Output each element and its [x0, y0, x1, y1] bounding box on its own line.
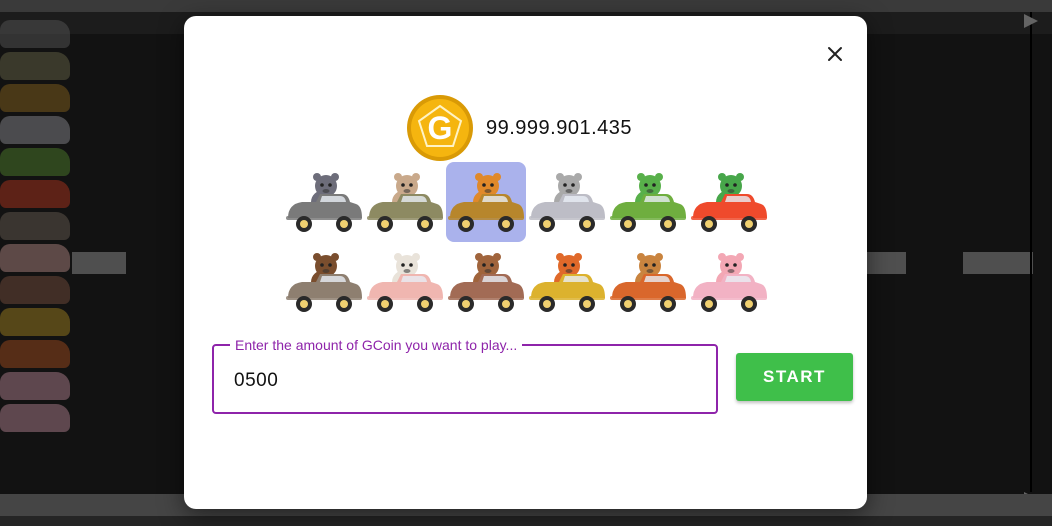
player-rooster[interactable]	[527, 242, 607, 322]
player-pig[interactable]	[689, 242, 769, 322]
player-selection-grid	[284, 162, 769, 322]
cat-car-icon	[529, 173, 605, 232]
pig-car-icon	[691, 253, 767, 312]
player-ox[interactable]	[365, 162, 445, 242]
goat-car-icon	[367, 253, 443, 312]
horse-car-icon	[286, 253, 362, 312]
gcoin-icon: G	[407, 95, 473, 161]
player-tiger[interactable]	[446, 162, 526, 242]
dog-car-icon	[610, 253, 686, 312]
player-snake[interactable]	[689, 162, 769, 242]
monkey-car-icon	[448, 253, 524, 312]
tiger-car-icon	[448, 173, 524, 232]
player-row	[284, 242, 769, 322]
ox-car-icon	[367, 173, 443, 232]
gcoin-amount-field[interactable]: Enter the amount of GCoin you want to pl…	[212, 336, 718, 414]
snake-car-icon	[691, 173, 767, 232]
gcoin-amount-input[interactable]	[232, 364, 696, 398]
player-rat[interactable]	[284, 162, 364, 242]
player-dragon[interactable]	[608, 162, 688, 242]
balance-row: G 99.999.901.435	[406, 94, 632, 162]
bet-dialog: G 99.999.901.435 Enter the amount of GCo…	[184, 16, 867, 509]
gcoin-balance: 99.999.901.435	[486, 116, 633, 139]
player-cat[interactable]	[527, 162, 607, 242]
player-dog[interactable]	[608, 242, 688, 322]
player-goat[interactable]	[365, 242, 445, 322]
close-button[interactable]	[821, 40, 849, 68]
player-monkey[interactable]	[446, 242, 526, 322]
start-button[interactable]: START	[736, 353, 853, 401]
rooster-car-icon	[529, 253, 605, 312]
rat-car-icon	[286, 173, 362, 232]
close-icon	[828, 47, 842, 61]
amount-field-label: Enter the amount of GCoin you want to pl…	[230, 336, 523, 354]
player-horse[interactable]	[284, 242, 364, 322]
svg-text:G: G	[428, 110, 453, 146]
dragon-car-icon	[610, 173, 686, 232]
player-row	[284, 162, 769, 242]
